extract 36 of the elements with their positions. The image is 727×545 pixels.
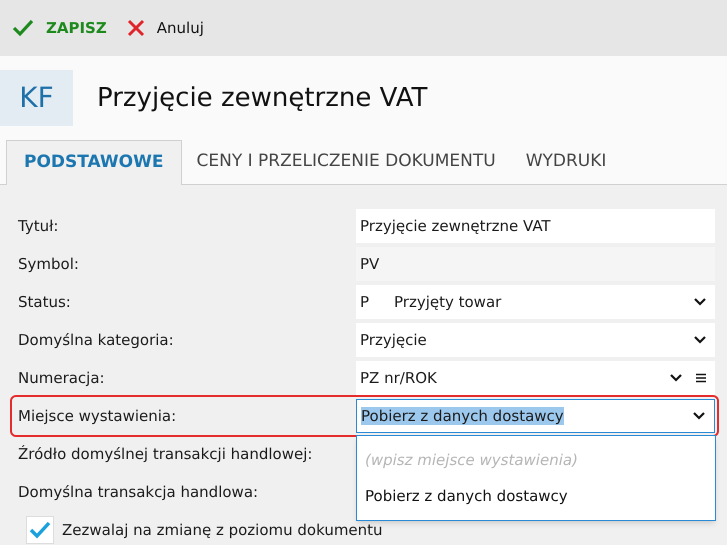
dropdown[interactable]: Przyjęcie bbox=[356, 323, 715, 357]
field-label: Domyślna kategoria: bbox=[17, 330, 175, 351]
field-label: Status: bbox=[17, 292, 72, 313]
chevron-down-icon bbox=[693, 297, 707, 307]
chevron-down-icon bbox=[693, 335, 707, 345]
tab[interactable]: WYDRUKI bbox=[510, 139, 622, 184]
menu-icon[interactable] bbox=[695, 373, 707, 383]
cancel-button[interactable]: Anuluj bbox=[126, 16, 204, 40]
field-label: Źródło domyślnej transakcji handlowej: bbox=[17, 444, 314, 465]
field-label: Miejsce wystawienia: bbox=[17, 406, 178, 427]
dropdown[interactable]: PZ nr/ROK bbox=[356, 361, 715, 395]
field-value: PZ nr/ROK bbox=[360, 368, 437, 387]
document-type-badge: KF bbox=[0, 70, 73, 126]
field-value: Pobierz z danych dostawcy bbox=[361, 406, 564, 425]
document-title: Przyjęcie zewnętrzne VAT bbox=[97, 82, 428, 114]
checkbox[interactable] bbox=[26, 516, 54, 544]
field-label: Domyślna transakcja handlowa: bbox=[17, 482, 260, 503]
checkbox-label: Zezwalaj na zmianę z poziomu dokumentu bbox=[62, 520, 383, 541]
field-label: Tytuł: bbox=[17, 216, 60, 237]
input-field[interactable]: Przyjęcie zewnętrzne VAT bbox=[356, 209, 715, 243]
dropdown[interactable]: P Przyjęty towar bbox=[356, 285, 715, 319]
check-icon bbox=[12, 19, 34, 37]
combo-box[interactable]: Pobierz z danych dostawcy bbox=[356, 399, 715, 433]
readonly-field: PV bbox=[356, 247, 715, 281]
tab[interactable]: PODSTAWOWE bbox=[6, 140, 182, 185]
field-label: Numeracja: bbox=[17, 368, 106, 389]
field-value: Przyjęcie bbox=[360, 330, 427, 349]
tab[interactable]: CENY I PRZELICZENIE DOKUMENTU bbox=[182, 139, 511, 184]
save-button[interactable]: ZAPISZ bbox=[12, 16, 107, 40]
chevron-down-icon bbox=[692, 411, 706, 421]
dropdown-option[interactable]: Pobierz z danych dostawcy bbox=[357, 478, 715, 514]
field-value: Przyjęty towar bbox=[394, 292, 502, 311]
chevron-down-icon bbox=[669, 373, 683, 383]
status-code: P bbox=[360, 292, 370, 313]
close-icon bbox=[126, 19, 145, 37]
field-label: Symbol: bbox=[17, 254, 80, 275]
